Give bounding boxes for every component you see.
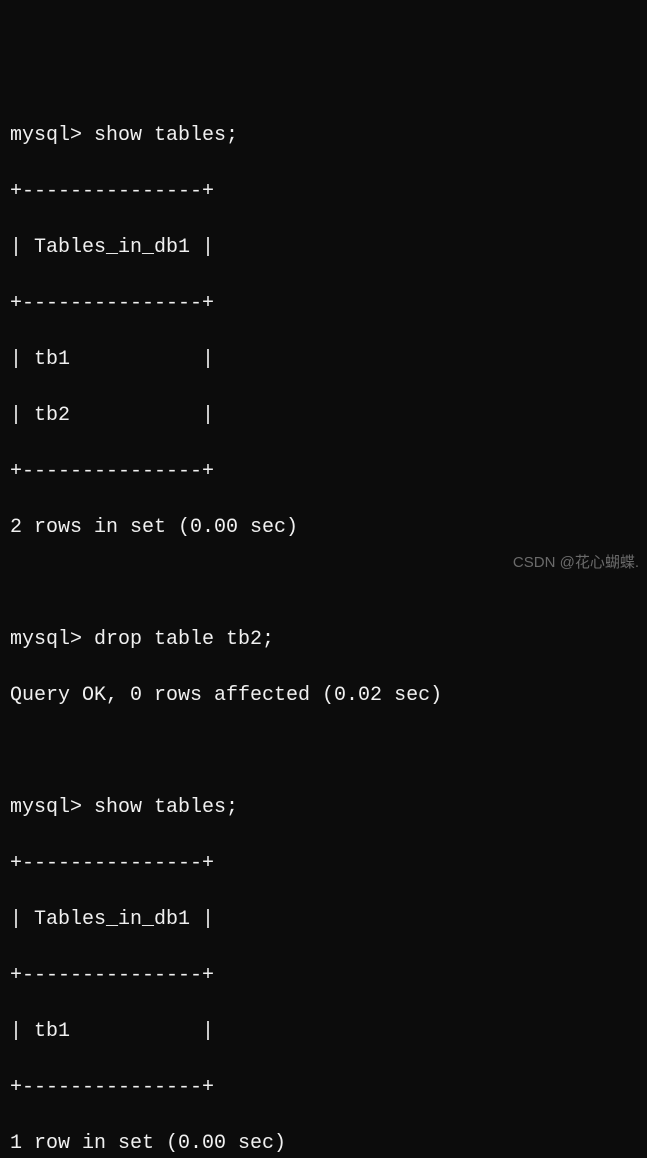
watermark: CSDN @花心蝴蝶.: [513, 552, 639, 573]
result-line: Query OK, 0 rows affected (0.02 sec): [10, 682, 637, 710]
table-border: +---------------+: [10, 178, 637, 206]
table-border: +---------------+: [10, 290, 637, 318]
blank-line: [10, 738, 637, 766]
prompt-line: mysql> show tables;: [10, 794, 637, 822]
table-border: +---------------+: [10, 962, 637, 990]
result-summary: 1 row in set (0.00 sec): [10, 1130, 637, 1158]
blank-line: [10, 570, 637, 598]
table-header: | Tables_in_db1 |: [10, 234, 637, 262]
prompt-line: mysql> show tables;: [10, 122, 637, 150]
table-row: | tb2 |: [10, 402, 637, 430]
prompt-line: mysql> drop table tb2;: [10, 626, 637, 654]
result-summary: 2 rows in set (0.00 sec): [10, 514, 637, 542]
table-row: | tb1 |: [10, 346, 637, 374]
table-border: +---------------+: [10, 1074, 637, 1102]
table-border: +---------------+: [10, 850, 637, 878]
table-header: | Tables_in_db1 |: [10, 906, 637, 934]
table-border: +---------------+: [10, 458, 637, 486]
table-row: | tb1 |: [10, 1018, 637, 1046]
